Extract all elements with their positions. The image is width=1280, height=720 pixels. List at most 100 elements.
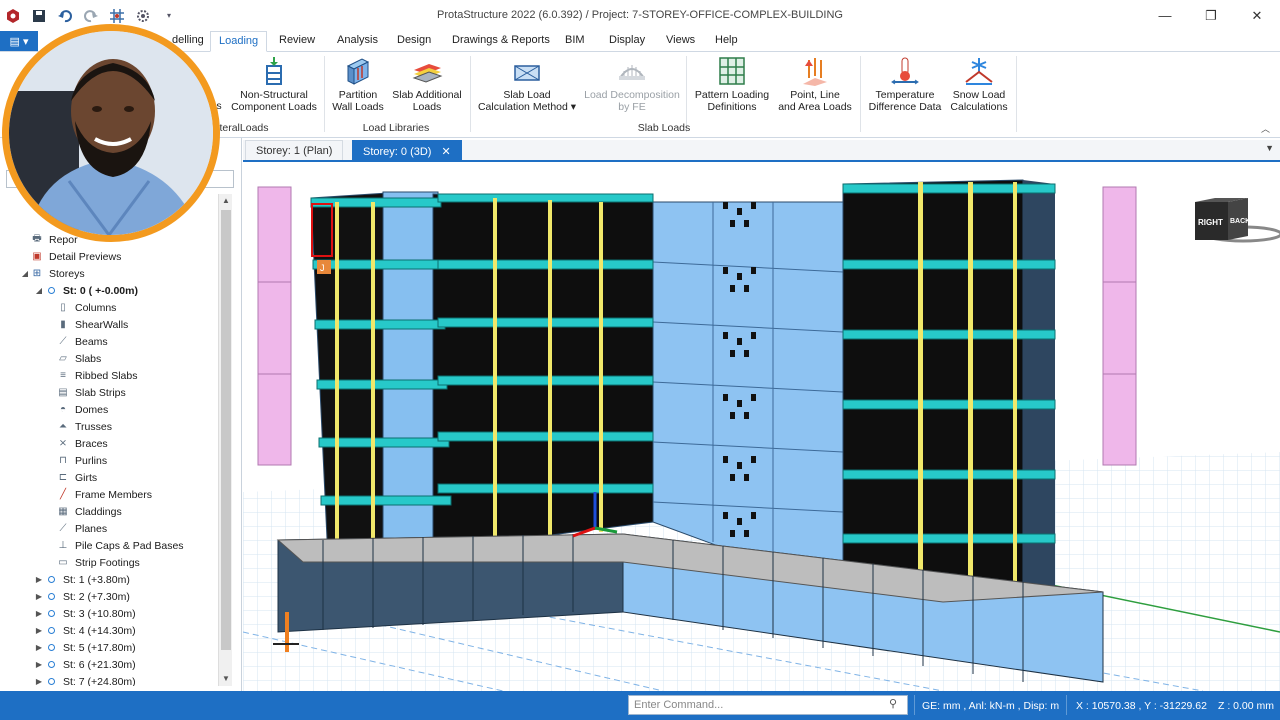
middle-facade — [432, 193, 654, 551]
left-load-panel — [257, 186, 292, 466]
tab-review[interactable]: Review — [279, 34, 315, 46]
command-input[interactable]: Enter Command... ⚲ — [628, 695, 908, 715]
z-readout: Z : 0.00 mm — [1218, 700, 1275, 712]
expand-icon[interactable]: ▶ — [34, 626, 44, 635]
expand-icon[interactable]: ▶ — [34, 677, 44, 686]
tree-item-shearwalls[interactable]: ▮ ShearWalls — [56, 316, 128, 333]
ribbon-separator — [470, 56, 471, 132]
collapse-icon[interactable]: ◢ — [20, 269, 30, 278]
maximize-button[interactable]: ❐ — [1188, 0, 1234, 31]
tree-item-storey-6[interactable]: ▶ St: 6 (+21.30m) — [34, 656, 136, 673]
tree-item-trusses[interactable]: ⏶ Trusses — [56, 418, 112, 435]
minimize-button[interactable]: — — [1142, 0, 1188, 31]
tree-item-strip-footings[interactable]: ▭ Strip Footings — [56, 554, 140, 571]
group-label-lateral-loads: teralLoads — [219, 122, 269, 134]
tree-item-storey-0[interactable]: ◢ St: 0 ( +-0.00m) — [34, 282, 138, 299]
undo-icon[interactable] — [52, 0, 78, 31]
close-tab-icon[interactable]: ✕ — [441, 146, 450, 158]
group-label-slab-loads: Slab Loads — [637, 122, 691, 134]
tree-item-storey-2[interactable]: ▶ St: 2 (+7.30m) — [34, 588, 130, 605]
viewport-3d[interactable]: J RIGHT BACK — [243, 162, 1280, 691]
tree-item-pile-caps[interactable]: ⊥ Pile Caps & Pad Bases — [56, 537, 184, 554]
storey-dot-icon — [44, 573, 58, 586]
tree-item-claddings[interactable]: ▦ Claddings — [56, 503, 121, 520]
tree-item-frame-members[interactable]: ╱ Frame Members — [56, 486, 152, 503]
status-bar: Enter Command... ⚲ GE: mm , Anl: kN-m , D… — [0, 691, 1280, 720]
pattern-loading-button[interactable]: Pattern Loading Definitions — [690, 56, 774, 113]
tree-item-detail-previews[interactable]: ▣ Detail Previews — [30, 248, 121, 265]
expand-icon[interactable]: ▶ — [34, 592, 44, 601]
tree-item-slabs[interactable]: ▱ Slabs — [56, 350, 101, 367]
tree-item-storey-1[interactable]: ▶ St: 1 (+3.80m) — [34, 571, 130, 588]
tab-help[interactable]: Help — [715, 34, 738, 46]
status-separator — [1066, 695, 1067, 715]
tab-drawings-reports[interactable]: Drawings & Reports — [452, 34, 550, 46]
navcube-back: BACK — [1230, 218, 1250, 225]
app-logo-icon[interactable] — [0, 0, 26, 31]
tree-item-planes[interactable]: ⟋ Planes — [56, 520, 108, 537]
slab-load-calculation-method-button[interactable]: Slab Load Calculation Method ▾ — [476, 56, 578, 113]
load-decomposition-button[interactable]: Load Decomposition by FE — [584, 56, 680, 113]
dome-icon: ◓ — [59, 404, 67, 415]
tree-item-storey-5[interactable]: ▶ St: 5 (+17.80m) — [34, 639, 136, 656]
truss-icon: ⏶ — [59, 421, 67, 432]
expand-icon[interactable]: ▶ — [34, 643, 44, 652]
tab-bim[interactable]: BIM — [565, 34, 585, 46]
presenter-avatar — [2, 24, 220, 242]
non-structural-loads-button[interactable]: Non-Structural Component Loads — [230, 56, 318, 113]
frame-member-icon: ╱ — [59, 489, 67, 500]
navcube[interactable]: RIGHT BACK — [1195, 198, 1280, 243]
close-button[interactable]: ✕ — [1234, 0, 1280, 31]
tab-storey-1-plan[interactable]: Storey: 1 (Plan) — [245, 140, 344, 160]
tree-item-columns[interactable]: ▯ Columns — [56, 299, 116, 316]
temperature-icon — [891, 57, 919, 85]
temperature-difference-button[interactable]: Temperature Difference Data — [864, 56, 946, 113]
storey-dot-icon — [44, 590, 58, 603]
tab-views[interactable]: Views — [666, 34, 695, 46]
tab-loading[interactable]: Loading — [210, 31, 268, 52]
storey-dot-icon — [44, 284, 58, 297]
tree-item-girts[interactable]: ⊏ Girts — [56, 469, 97, 486]
customize-quick-access-icon[interactable]: ▾ — [156, 0, 182, 31]
tab-analysis[interactable]: Analysis — [337, 34, 378, 46]
tree-item-storey-4[interactable]: ▶ St: 4 (+14.30m) — [34, 622, 136, 639]
tab-design[interactable]: Design — [397, 34, 431, 46]
tree-item-storeys[interactable]: ◢ ⊞ Storeys — [20, 265, 85, 282]
partition-wall-loads-button[interactable]: Partition Wall Loads — [328, 56, 388, 113]
storey-dot-icon — [44, 624, 58, 637]
snow-load-calculations-button[interactable]: Snow Load Calculations — [948, 56, 1010, 113]
right-load-panel — [1102, 186, 1137, 466]
slab-additional-loads-button[interactable]: Slab Additional Loads — [390, 56, 464, 113]
tree-item-storey-3[interactable]: ▶ St: 3 (+10.80m) — [34, 605, 136, 622]
tree-item-purlins[interactable]: ⊓ Purlins — [56, 452, 107, 469]
expand-icon[interactable]: ▶ — [34, 660, 44, 669]
point-line-area-loads-button[interactable]: Point, Line and Area Loads — [776, 56, 854, 113]
ribbon-tabs: ▤ ▾ delling Loading Review Analysis Desi… — [0, 31, 1280, 52]
tree-item-ribbed-slabs[interactable]: ≡ Ribbed Slabs — [56, 367, 137, 384]
expand-icon[interactable]: ▶ — [34, 575, 44, 584]
girt-icon: ⊏ — [58, 472, 68, 483]
tree-item-domes[interactable]: ◓ Domes — [56, 401, 108, 418]
expand-icon[interactable]: ▶ — [34, 609, 44, 618]
pile-cap-icon: ⊥ — [58, 540, 68, 551]
tab-display[interactable]: Display — [609, 34, 645, 46]
tab-list-dropdown-icon[interactable]: ▼ — [1265, 143, 1274, 153]
tab-storey-0-3d[interactable]: Storey: 0 (3D) ✕ — [352, 140, 462, 160]
save-icon[interactable] — [26, 0, 52, 31]
tree-item-braces[interactable]: ⨯ Braces — [56, 435, 108, 452]
scroll-up-icon[interactable]: ▲ — [219, 194, 233, 208]
tree-item-storey-7[interactable]: ▶ St: 7 (+24.80m) — [34, 673, 136, 687]
tree-item-slab-strips[interactable]: ▤ Slab Strips — [56, 384, 126, 401]
preview-icon: ▣ — [32, 251, 42, 262]
purlin-icon: ⊓ — [59, 455, 67, 466]
collapse-ribbon-icon[interactable]: ︿ — [1261, 122, 1270, 135]
file-menu-button[interactable]: ▤ ▾ — [0, 31, 38, 51]
units-readout: GE: mm , Anl: kN-m , Disp: m — [922, 700, 1060, 712]
right-wing-front — [842, 179, 1024, 613]
search-icon[interactable]: ⚲ — [889, 697, 905, 713]
collapse-icon[interactable]: ◢ — [34, 286, 44, 295]
tree-item-beams[interactable]: ⟋ Beams — [56, 333, 108, 350]
title-bar: ▾ ProtaStructure 2022 (6.0.392) / Projec… — [0, 0, 1280, 31]
tab-modelling[interactable]: delling — [172, 34, 204, 46]
status-separator — [914, 695, 915, 715]
